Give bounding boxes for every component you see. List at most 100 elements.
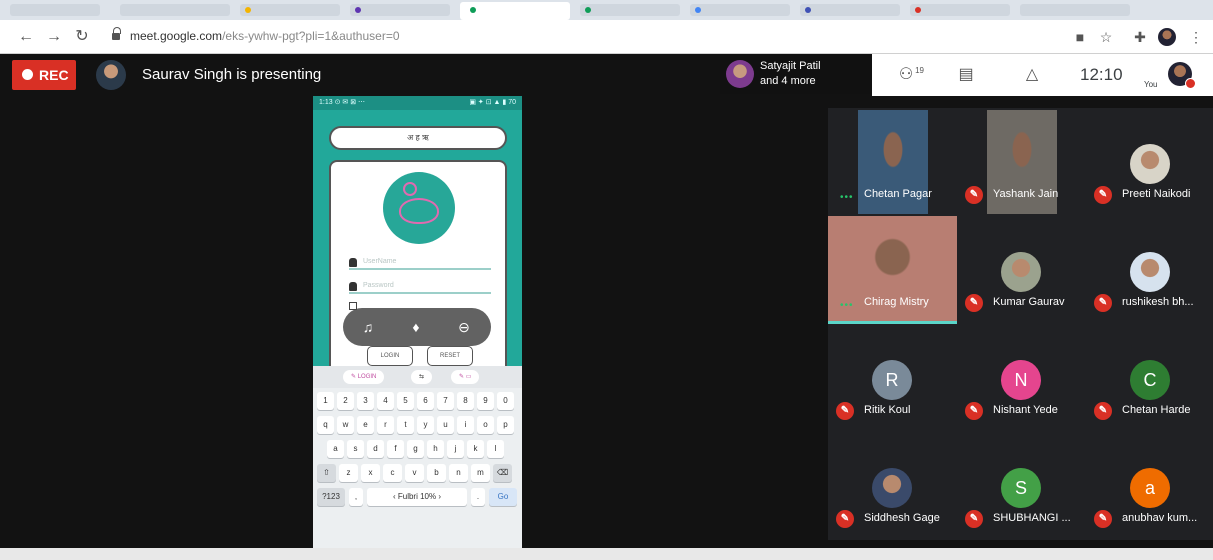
notification-bell-icon[interactable]: ♫ — [357, 316, 379, 338]
browser-tab[interactable] — [120, 4, 230, 16]
self-muted-badge — [1185, 78, 1196, 89]
chat-icon[interactable]: ▤ — [954, 64, 978, 86]
key[interactable]: q — [317, 416, 334, 434]
login-button[interactable]: LOGIN — [367, 346, 413, 366]
browser-tab[interactable] — [240, 4, 340, 16]
key[interactable]: d — [367, 440, 384, 458]
participant-tile[interactable]: S ✎ SHUBHANGI ... — [957, 432, 1086, 540]
key[interactable]: ⌫ — [493, 464, 512, 482]
key[interactable]: 1 — [317, 392, 334, 410]
minus-circle-icon[interactable]: ⊖ — [453, 316, 475, 338]
key[interactable]: x — [361, 464, 380, 482]
key[interactable]: ⇧ — [317, 464, 336, 482]
key[interactable]: w — [337, 416, 354, 434]
key[interactable]: e — [357, 416, 374, 434]
activities-icon[interactable]: △ — [1020, 64, 1044, 86]
browser-tab[interactable] — [350, 4, 450, 16]
key[interactable]: a — [327, 440, 344, 458]
key[interactable]: 5 — [397, 392, 414, 410]
key[interactable]: k — [467, 440, 484, 458]
participant-tile[interactable]: ••• Chetan Pagar — [828, 108, 957, 216]
participant-name: Yashank Jain — [993, 188, 1059, 200]
key[interactable]: b — [427, 464, 446, 482]
suggestion-chip[interactable]: ✎ ▭ — [451, 370, 480, 384]
key[interactable]: j — [447, 440, 464, 458]
key[interactable]: 4 — [377, 392, 394, 410]
participant-name: Ritik Koul — [864, 404, 911, 416]
participant-tile[interactable]: ✎ rushikesh bh... — [1086, 216, 1213, 324]
suggestion-chip[interactable]: ✎ LOGIN — [343, 370, 385, 384]
phone-status-bar: 1:13 ⊙ ✉ ⊠ ⋯ ▣ ✦ ⊡ ▲ ▮ 70 — [313, 96, 522, 110]
key[interactable]: l — [487, 440, 504, 458]
symbols-key[interactable]: ?123 — [317, 488, 345, 506]
browser-tab[interactable] — [910, 4, 1010, 16]
participant-name: Chetan Harde — [1122, 404, 1191, 416]
key[interactable]: c — [383, 464, 402, 482]
browser-tab[interactable] — [690, 4, 790, 16]
reload-icon[interactable]: ↻ — [72, 27, 92, 47]
participant-tile[interactable]: ✎ Yashank Jain — [957, 108, 1086, 216]
key[interactable]: 0 — [497, 392, 514, 410]
key[interactable]: i — [457, 416, 474, 434]
period-key[interactable]: . — [471, 488, 485, 506]
suggestion-chip[interactable]: ⇆ — [411, 370, 433, 384]
profile-avatar-icon[interactable] — [1158, 28, 1176, 46]
mic-off-icon: ✎ — [965, 294, 983, 312]
key[interactable]: 8 — [457, 392, 474, 410]
key[interactable]: f — [387, 440, 404, 458]
key[interactable]: n — [449, 464, 468, 482]
go-key[interactable]: Go — [489, 488, 517, 506]
participant-tile[interactable]: R ✎ Ritik Koul — [828, 324, 957, 432]
key[interactable]: m — [471, 464, 490, 482]
key[interactable]: s — [347, 440, 364, 458]
username-field[interactable]: UserName — [349, 258, 491, 270]
key[interactable]: o — [477, 416, 494, 434]
key[interactable]: y — [417, 416, 434, 434]
participant-tile[interactable]: ✎ Preeti Naikodi — [1086, 108, 1213, 216]
meet-window: { "browser": { "url": "meet.google.com/e… — [0, 0, 1213, 560]
key[interactable]: 6 — [417, 392, 434, 410]
participant-tile[interactable]: a ✎ anubhav kum... — [1086, 432, 1213, 540]
address-bar[interactable]: meet.google.com/eks-ywhw-pgt?pli=1&authu… — [104, 25, 1064, 49]
participant-tile[interactable]: ✎ Siddhesh Gage — [828, 432, 957, 540]
key[interactable]: 9 — [477, 392, 494, 410]
floating-controls: ♫ ♦ ⊖ — [343, 308, 491, 346]
key[interactable]: 7 — [437, 392, 454, 410]
key[interactable]: p — [497, 416, 514, 434]
reset-button[interactable]: RESET — [427, 346, 473, 366]
key[interactable]: h — [427, 440, 444, 458]
browser-tab[interactable] — [800, 4, 900, 16]
password-placeholder: Password — [363, 282, 394, 289]
key[interactable]: v — [405, 464, 424, 482]
key[interactable]: r — [377, 416, 394, 434]
key[interactable]: 3 — [357, 392, 374, 410]
back-arrow-icon[interactable]: ← — [16, 27, 36, 47]
camera-icon[interactable]: ■ — [1070, 27, 1090, 47]
participant-tile[interactable]: N ✎ Nishant Yede — [957, 324, 1086, 432]
mic-off-icon: ✎ — [836, 510, 854, 528]
extensions-puzzle-icon[interactable]: ✚ — [1130, 27, 1150, 47]
browser-tab[interactable] — [580, 4, 680, 16]
key[interactable]: 2 — [337, 392, 354, 410]
participant-tile[interactable]: ••• Chirag Mistry — [828, 216, 957, 324]
browser-tab-active[interactable] — [460, 2, 570, 20]
forward-arrow-icon[interactable]: → — [44, 27, 64, 47]
lock-icon — [349, 282, 357, 291]
meet-top-toolbar: ⚇ 19 ▤ △ 12:10 You — [872, 54, 1213, 96]
participant-tile[interactable]: C ✎ Chetan Harde — [1086, 324, 1213, 432]
key[interactable]: g — [407, 440, 424, 458]
key[interactable]: z — [339, 464, 358, 482]
key[interactable]: u — [437, 416, 454, 434]
participant-tile[interactable]: ✎ Kumar Gaurav — [957, 216, 1086, 324]
microphone-icon[interactable]: ♦ — [405, 316, 427, 338]
browser-tab[interactable] — [1020, 4, 1130, 16]
more-vert-icon[interactable]: ⋮ — [1186, 27, 1206, 47]
others-in-call[interactable]: Satyajit Patil and 4 more — [720, 54, 872, 94]
password-field[interactable]: Password — [349, 282, 491, 294]
browser-tab[interactable] — [10, 4, 100, 16]
key[interactable]: t — [397, 416, 414, 434]
people-icon[interactable]: ⚇ 19 — [894, 64, 924, 86]
comma-key[interactable]: , — [349, 488, 363, 506]
space-key[interactable]: ‹ Fulbri 10% › — [367, 488, 467, 506]
bookmark-star-icon[interactable]: ☆ — [1096, 27, 1116, 47]
